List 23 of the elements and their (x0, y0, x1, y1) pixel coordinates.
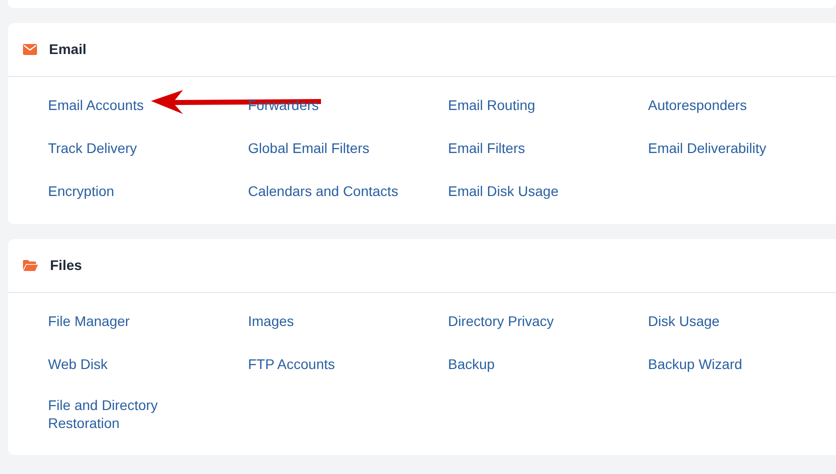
tool-link[interactable]: FTP Accounts (248, 355, 335, 373)
tool-link[interactable]: Backup (448, 355, 495, 373)
tool-link[interactable]: Email Routing (448, 96, 536, 114)
tool-link[interactable]: Images (248, 312, 294, 330)
tool-link[interactable]: Email Filters (448, 139, 526, 157)
tool-link[interactable]: Web Disk (48, 355, 108, 373)
tool-link[interactable]: Backup Wizard (648, 355, 742, 373)
tool-link[interactable]: Autoresponders (648, 96, 747, 114)
tool-link[interactable]: Email Deliverability (648, 139, 766, 157)
tool-link[interactable]: File Manager (48, 312, 130, 330)
tool-link[interactable]: Track Delivery (48, 139, 137, 157)
tool-link[interactable]: Email Disk Usage (448, 182, 558, 200)
tool-link[interactable]: Encryption (48, 182, 114, 200)
section-title: Files (50, 256, 82, 275)
tool-link[interactable]: Calendars and Contacts (248, 182, 398, 200)
tool-link[interactable]: Email Accounts (48, 96, 144, 114)
folder-icon (23, 260, 38, 271)
tool-link[interactable]: Disk Usage (648, 312, 720, 330)
tool-link[interactable]: Global Email Filters (248, 139, 370, 157)
tool-link[interactable]: File and Directory Restoration (48, 396, 218, 432)
section-title: Email (49, 40, 86, 59)
envelope-icon (23, 44, 37, 55)
tool-link[interactable]: Directory Privacy (448, 312, 554, 330)
